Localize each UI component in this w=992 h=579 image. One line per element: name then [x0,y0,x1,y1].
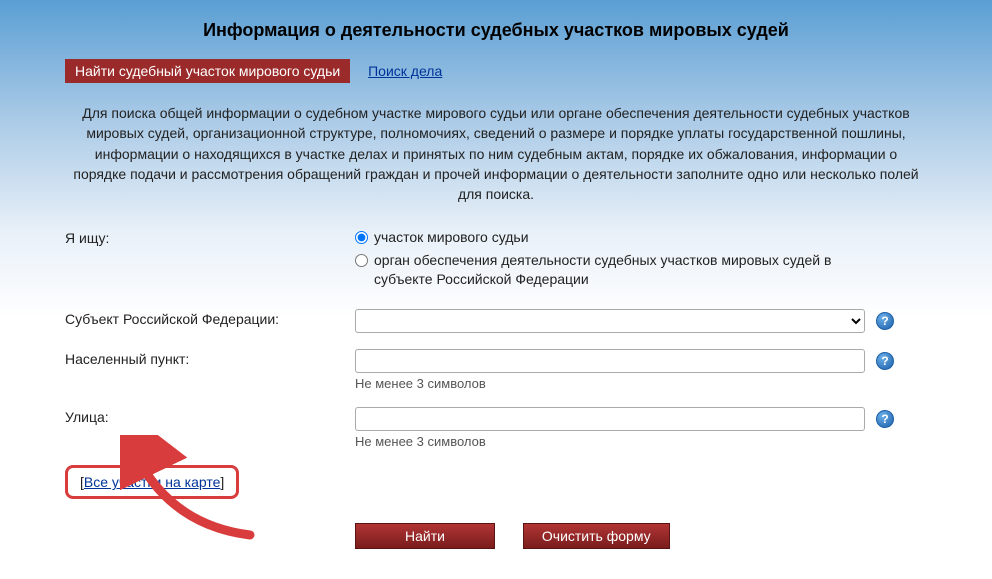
hint-street: Не менее 3 символов [355,434,865,449]
label-search-type: Я ищу: [65,228,355,246]
tabs-row: Найти судебный участок мирового судьи По… [65,59,927,83]
label-street: Улица: [65,407,355,425]
buttons-row: Найти Очистить форму [355,523,927,549]
tab-find-court[interactable]: Найти судебный участок мирового судьи [65,59,350,83]
input-street[interactable] [355,407,865,431]
radio-court-area-label[interactable]: участок мирового судьи [374,228,529,247]
row-subject: Субъект Российской Федерации: ? [65,309,927,333]
clear-button[interactable]: Очистить форму [523,523,670,549]
map-link-container: [Все участки на карте] [65,465,239,499]
label-locality: Населенный пункт: [65,349,355,367]
input-locality[interactable] [355,349,865,373]
tab-search-case[interactable]: Поиск дела [368,63,442,79]
help-icon[interactable]: ? [876,352,894,370]
row-street: Улица: Не менее 3 символов ? [65,407,927,449]
radio-support-body[interactable] [355,254,368,267]
label-subject: Субъект Российской Федерации: [65,309,355,327]
select-subject[interactable] [355,309,865,333]
highlight-box: [Все участки на карте] [65,465,239,499]
row-search-type: Я ищу: участок мирового судьи орган обес… [65,228,927,293]
help-icon[interactable]: ? [876,312,894,330]
radio-court-area[interactable] [355,231,368,244]
help-icon[interactable]: ? [876,410,894,428]
description-text: Для поиска общей информации о судебном у… [65,103,927,204]
row-locality: Населенный пункт: Не менее 3 символов ? [65,349,927,391]
find-button[interactable]: Найти [355,523,495,549]
radio-support-body-label[interactable]: орган обеспечения деятельности судебных … [374,251,865,289]
hint-locality: Не менее 3 символов [355,376,865,391]
bracket-close: ] [220,474,224,490]
map-all-areas-link[interactable]: Все участки на карте [84,474,221,490]
page-title: Информация о деятельности судебных участ… [65,20,927,41]
